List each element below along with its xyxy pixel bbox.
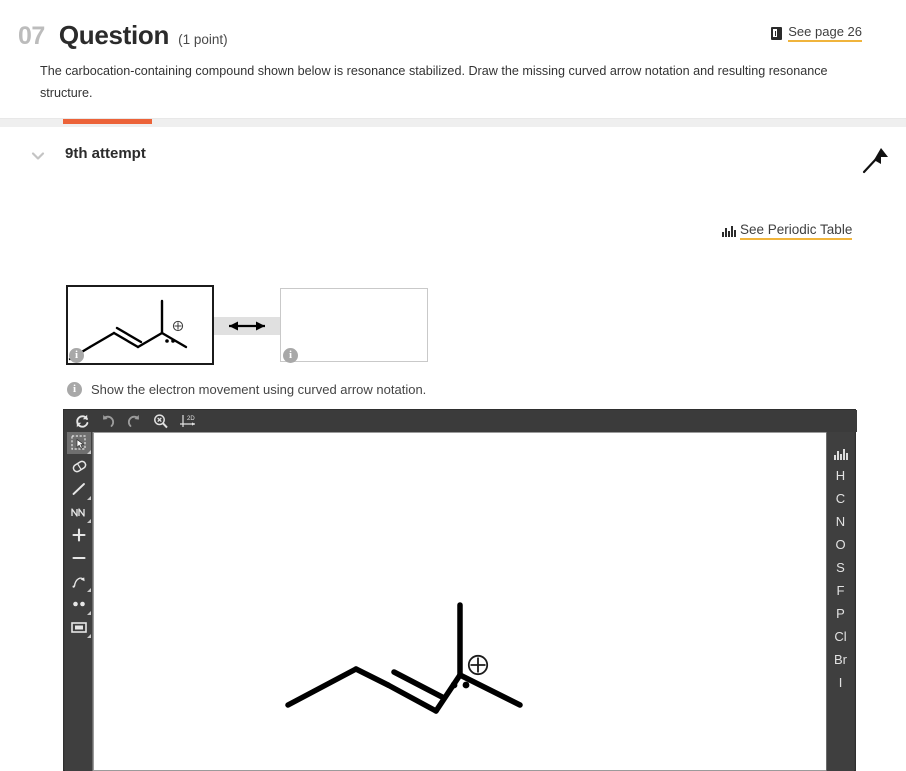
- redo-icon[interactable]: [121, 411, 147, 431]
- periodic-table-icon: [722, 225, 736, 237]
- tool-corner-indicator: [87, 634, 91, 638]
- attempt-tabstrip: [0, 119, 906, 127]
- lone-pair-tool[interactable]: [67, 593, 91, 615]
- tool-corner-indicator: [87, 588, 91, 592]
- rectangle-tool[interactable]: [67, 616, 91, 638]
- flag-pointer-icon[interactable]: [860, 145, 892, 175]
- element-button-n[interactable]: N: [829, 510, 853, 533]
- canvas-molecule: [285, 602, 523, 714]
- element-button-s[interactable]: S: [829, 556, 853, 579]
- question-header: 07 Question (1 point) The carbocation-co…: [0, 0, 906, 119]
- element-button-f[interactable]: F: [829, 579, 853, 602]
- minus-charge-tool[interactable]: [67, 547, 91, 569]
- tool-corner-indicator: [87, 450, 91, 454]
- molecule-editor: 2D H C N O S F P Cl Br I: [63, 409, 857, 771]
- element-button-c[interactable]: C: [829, 487, 853, 510]
- element-button-o[interactable]: O: [829, 533, 853, 556]
- element-button-br[interactable]: Br: [829, 648, 853, 671]
- see-page-link[interactable]: See page 26: [771, 24, 862, 42]
- page-title: Question: [58, 20, 170, 50]
- reset-icon[interactable]: [69, 411, 95, 431]
- active-attempt-indicator: [63, 119, 152, 124]
- editor-tool-palette: [65, 432, 93, 771]
- given-structure-molecule: [68, 299, 188, 361]
- attempt-label: 9th attempt: [65, 145, 146, 162]
- chain-tool[interactable]: [67, 501, 91, 523]
- attempt-row: 9th attempt: [0, 127, 906, 189]
- tool-corner-indicator: [87, 519, 91, 523]
- tool-corner-indicator: [87, 611, 91, 615]
- tool-corner-indicator: [87, 496, 91, 500]
- chevron-down-icon[interactable]: [31, 149, 45, 163]
- info-icon[interactable]: i: [69, 348, 84, 363]
- see-periodic-table-link[interactable]: See Periodic Table: [722, 222, 853, 240]
- eraser-tool[interactable]: [67, 455, 91, 477]
- hint-row: i Show the electron movement using curve…: [67, 382, 426, 397]
- book-icon: [771, 26, 783, 40]
- question-number: 07: [18, 22, 45, 50]
- see-page-label: See page 26: [788, 24, 862, 42]
- resonance-arrow: [214, 317, 280, 335]
- question-body-text: The carbocation-containing compound show…: [40, 64, 828, 100]
- element-button-i[interactable]: I: [829, 671, 853, 694]
- question-title-row: 07 Question (1 point): [18, 20, 228, 51]
- element-button-h[interactable]: H: [829, 464, 853, 487]
- question-points: (1 point): [178, 32, 228, 47]
- undo-icon[interactable]: [95, 411, 121, 431]
- curved-arrow-tool[interactable]: [67, 570, 91, 592]
- editor-canvas[interactable]: [93, 432, 828, 771]
- single-bond-tool[interactable]: [67, 478, 91, 500]
- resonance-structure-answer-box[interactable]: [280, 288, 428, 362]
- resonance-structure-given[interactable]: [66, 285, 214, 365]
- info-icon[interactable]: i: [67, 382, 82, 397]
- editor-element-panel: H C N O S F P Cl Br I: [826, 432, 854, 771]
- clean-2d-icon[interactable]: 2D: [173, 411, 203, 431]
- see-periodic-table-label: See Periodic Table: [740, 222, 853, 240]
- info-icon[interactable]: i: [283, 348, 298, 363]
- plus-charge-tool[interactable]: [67, 524, 91, 546]
- hint-text: Show the electron movement using curved …: [91, 382, 427, 397]
- select-tool[interactable]: [67, 432, 91, 454]
- zoom-reset-icon[interactable]: [147, 411, 173, 431]
- element-button-p[interactable]: P: [829, 602, 853, 625]
- svg-text:2D: 2D: [187, 416, 195, 422]
- question-page: 07 Question (1 point) The carbocation-co…: [0, 0, 906, 771]
- periodic-table-icon[interactable]: [829, 440, 853, 460]
- element-button-cl[interactable]: Cl: [829, 625, 853, 648]
- editor-toolbar: 2D: [64, 410, 857, 432]
